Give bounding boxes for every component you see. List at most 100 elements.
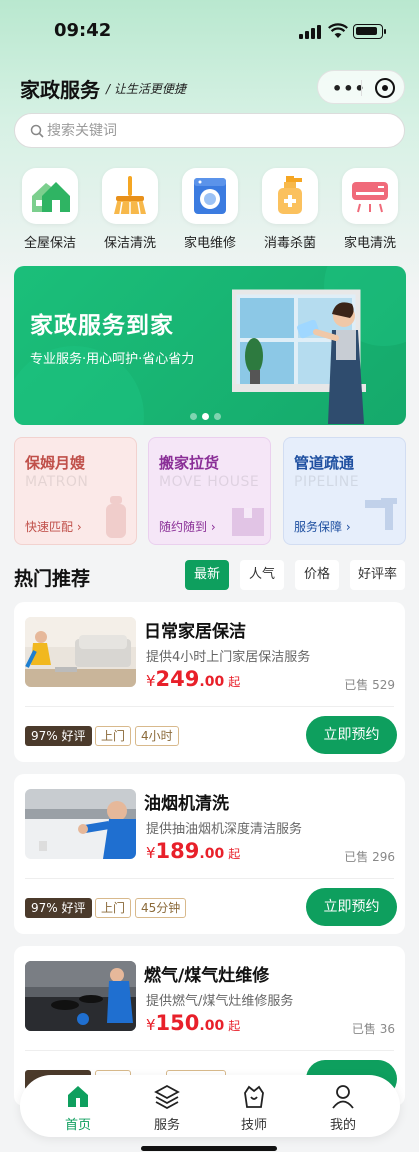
washer-icon bbox=[182, 168, 238, 224]
hot-recommend-header: 热门推荐 最新 人气 价格 好评率 bbox=[14, 560, 405, 592]
rating-tag: 97% 好评 bbox=[25, 898, 92, 918]
cleaning-woman-illustration bbox=[232, 289, 366, 424]
rating-tag: 97% 好评 bbox=[25, 726, 92, 746]
tab-label: 技师 bbox=[240, 1118, 267, 1133]
search-bar[interactable] bbox=[14, 113, 405, 148]
feature-card-moving[interactable]: 搬家拉货 MOVE HOUSE 随约随到 › bbox=[148, 437, 271, 545]
pagination-dot[interactable] bbox=[190, 413, 197, 420]
battery-icon bbox=[353, 24, 386, 39]
banner-pagination bbox=[190, 405, 226, 424]
house-icon bbox=[22, 168, 78, 224]
close-miniprogram-icon[interactable] bbox=[375, 78, 395, 98]
home-indicator bbox=[141, 1146, 277, 1151]
home-icon bbox=[68, 1086, 88, 1107]
tag-onsite: 上门 bbox=[95, 898, 132, 918]
broom-icon bbox=[102, 168, 158, 224]
search-icon bbox=[30, 124, 44, 138]
service-card-daily-cleaning[interactable]: 日常家居保洁 提供4小时上门家居保洁服务 ¥249.00 起 已售 529 97%… bbox=[14, 602, 405, 762]
service-photo bbox=[25, 961, 136, 1031]
feature-english: MOVE HOUSE bbox=[159, 474, 260, 490]
cellular-signal-icon bbox=[299, 25, 321, 39]
category-grid: 全屋保洁 保洁清洗 家电维修 消毒杀菌 家电清洗 bbox=[14, 168, 405, 253]
status-time: 09:42 bbox=[54, 20, 112, 41]
search-input[interactable] bbox=[47, 120, 377, 142]
user-icon bbox=[332, 1085, 354, 1109]
service-desc: 提供燃气/煤气灶维修服务 bbox=[146, 994, 294, 1009]
service-name: 日常家居保洁 bbox=[144, 622, 246, 642]
category-appliance-repair[interactable]: 家电维修 bbox=[174, 168, 246, 253]
category-whole-house-cleaning[interactable]: 全屋保洁 bbox=[14, 168, 86, 253]
sold-count: 已售 36 bbox=[351, 1022, 395, 1036]
feature-link[interactable]: 快速匹配 › bbox=[25, 518, 82, 535]
tab-latest[interactable]: 最新 bbox=[185, 560, 229, 590]
tab-label: 首页 bbox=[64, 1118, 91, 1133]
category-appliance-cleaning[interactable]: 家电清洗 bbox=[334, 168, 406, 253]
tab-label: 我的 bbox=[329, 1118, 356, 1133]
status-bar: 09:42 bbox=[0, 0, 419, 60]
service-desc: 提供抽油烟机深度清洁服务 bbox=[146, 822, 303, 837]
tab-price[interactable]: 价格 bbox=[295, 560, 339, 590]
wifi-icon bbox=[328, 23, 348, 38]
banner-subtitle: 专业服务·用心呵护·省心省力 bbox=[30, 352, 195, 367]
tab-mine[interactable]: 我的 bbox=[313, 1081, 373, 1133]
feature-title: 保姆月嫂 bbox=[25, 454, 86, 472]
service-name: 燃气/煤气灶维修 bbox=[144, 966, 270, 986]
pagination-dot[interactable] bbox=[214, 413, 221, 420]
book-now-button[interactable]: 立即预约 bbox=[306, 716, 397, 754]
box-icon bbox=[232, 508, 264, 536]
section-title: 热门推荐 bbox=[14, 568, 91, 590]
category-label: 消毒杀菌 bbox=[263, 236, 316, 251]
app-title: 家政服务 bbox=[20, 78, 100, 102]
tag-duration: 45分钟 bbox=[135, 898, 187, 918]
feature-card-pipeline[interactable]: 管道疏通 PIPELINE 服务保障 › bbox=[283, 437, 406, 545]
tag-onsite: 上门 bbox=[95, 726, 132, 746]
feature-english: PIPELINE bbox=[294, 474, 360, 490]
title-bar: 家政服务 / 让生活更便捷 ••• bbox=[0, 70, 419, 106]
banner-title: 家政服务到家 bbox=[30, 313, 174, 339]
tab-label: 服务 bbox=[153, 1118, 180, 1133]
sold-count: 已售 296 bbox=[344, 850, 395, 864]
service-price: ¥150.00 起 bbox=[146, 1011, 241, 1035]
app-slogan: / 让生活更便捷 bbox=[106, 82, 186, 96]
layers-icon bbox=[154, 1084, 180, 1109]
category-disinfection[interactable]: 消毒杀菌 bbox=[254, 168, 326, 253]
feature-english: MATRON bbox=[25, 474, 89, 490]
book-now-button[interactable]: 立即预约 bbox=[306, 888, 397, 926]
feature-link[interactable]: 随约随到 › bbox=[159, 518, 216, 535]
service-price: ¥189.00 起 bbox=[146, 839, 241, 863]
tab-technicians[interactable]: 技师 bbox=[224, 1081, 284, 1133]
service-card-range-hood[interactable]: 油烟机清洗 提供抽油烟机深度清洁服务 ¥189.00 起 已售 296 97% 好… bbox=[14, 774, 405, 934]
spray-bottle-icon bbox=[262, 168, 318, 224]
service-photo bbox=[25, 789, 136, 859]
divider bbox=[25, 878, 394, 879]
miniprogram-capsule: ••• bbox=[317, 70, 405, 104]
category-cleaning-wash[interactable]: 保洁清洗 bbox=[94, 168, 166, 253]
technician-icon bbox=[244, 1085, 264, 1108]
category-label: 全屋保洁 bbox=[23, 236, 76, 251]
category-label: 家电维修 bbox=[183, 236, 236, 251]
pagination-dot-active[interactable] bbox=[202, 413, 209, 420]
feature-title: 搬家拉货 bbox=[159, 454, 220, 472]
service-name: 油烟机清洗 bbox=[144, 794, 229, 814]
air-conditioner-icon bbox=[342, 168, 398, 224]
service-desc: 提供4小时上门家居保洁服务 bbox=[146, 650, 311, 665]
bottom-tab-bar: 首页 服务 技师 我的 bbox=[20, 1075, 400, 1137]
tab-home[interactable]: 首页 bbox=[48, 1081, 108, 1133]
feature-link[interactable]: 服务保障 › bbox=[294, 518, 351, 535]
divider bbox=[25, 706, 394, 707]
category-label: 保洁清洗 bbox=[103, 236, 156, 251]
feature-title: 管道疏通 bbox=[294, 454, 355, 472]
divider bbox=[25, 1050, 394, 1051]
baby-bottle-icon bbox=[106, 496, 126, 538]
promo-banner[interactable]: 家政服务到家 专业服务·用心呵护·省心省力 bbox=[14, 266, 406, 425]
sold-count: 已售 529 bbox=[344, 678, 395, 692]
tab-popular[interactable]: 人气 bbox=[240, 560, 284, 590]
service-price: ¥249.00 起 bbox=[146, 667, 241, 691]
category-label: 家电清洗 bbox=[343, 236, 396, 251]
service-photo bbox=[25, 617, 136, 687]
tab-rating[interactable]: 好评率 bbox=[350, 560, 405, 590]
pipe-icon bbox=[365, 498, 397, 530]
tag-duration: 4小时 bbox=[135, 726, 179, 746]
feature-card-nanny[interactable]: 保姆月嫂 MATRON 快速匹配 › bbox=[14, 437, 137, 545]
tab-services[interactable]: 服务 bbox=[137, 1081, 197, 1133]
